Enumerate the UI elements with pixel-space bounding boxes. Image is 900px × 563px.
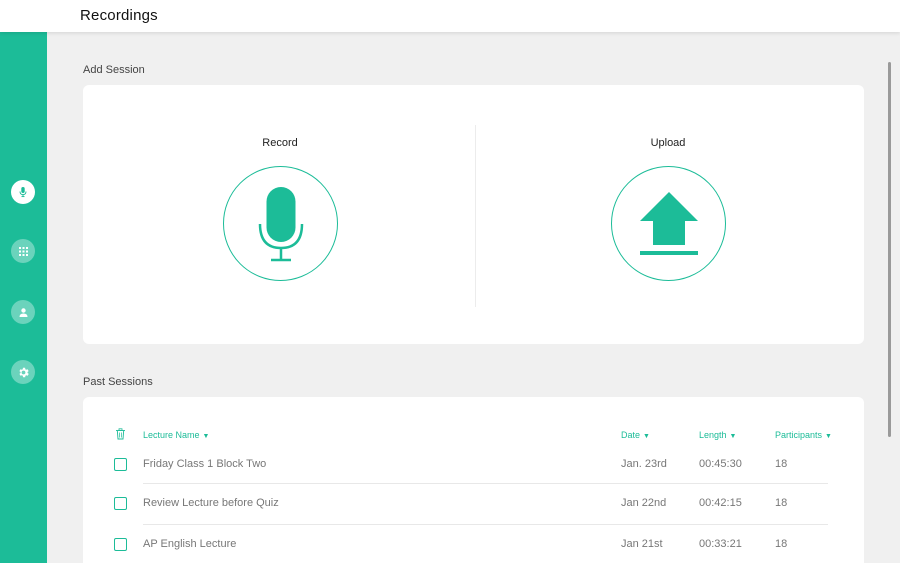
record-label: Record [262,137,298,149]
sidebar-item-settings[interactable] [11,360,35,384]
row-checkbox[interactable] [114,538,127,551]
lecture-name: AP English Lecture [143,538,237,550]
column-header-length[interactable]: Length ▼ [699,430,736,440]
lecture-name: Friday Class 1 Block Two [143,458,267,470]
row-checkbox[interactable] [114,458,127,471]
session-date: Jan. 23rd [621,458,667,470]
row-divider [143,524,828,525]
caret-down-icon: ▼ [202,433,210,440]
session-length: 00:42:15 [699,497,742,509]
lecture-name: Review Lecture before Quiz [143,497,279,509]
scrollbar[interactable] [888,62,891,437]
column-header-participants[interactable]: Participants ▼ [775,430,832,440]
table-row[interactable]: Review Lecture before Quiz Jan 22nd 00:4… [83,488,864,528]
page-title: Recordings [80,7,158,24]
record-button[interactable] [223,166,338,281]
participant-count: 18 [775,538,788,550]
row-checkbox[interactable] [114,497,127,510]
top-bar: Recordings [0,0,900,32]
participant-count: 18 [775,458,788,470]
column-header-label: Lecture Name [143,430,200,440]
past-sessions-heading: Past Sessions [83,376,153,388]
main-content: Add Session Record Upload Past Sessions [47,32,900,563]
session-date: Jan 21st [621,538,663,550]
add-session-heading: Add Session [83,64,145,76]
caret-down-icon: ▼ [643,433,650,440]
upload-label: Upload [650,137,686,149]
section-divider [475,125,476,307]
trash-button[interactable] [115,427,126,445]
column-header-label: Length [699,430,727,440]
caret-down-icon: ▼ [729,433,737,440]
gear-icon [18,367,29,377]
upload-button[interactable] [611,166,726,281]
column-header-label: Date [621,430,641,440]
column-header-lecture-name[interactable]: Lecture Name ▼ [143,430,209,440]
caret-down-icon: ▼ [825,433,832,440]
sidebar [0,32,47,563]
microphone-icon [258,186,303,261]
user-icon [19,307,27,317]
table-row[interactable]: AP English Lecture Jan 21st 00:33:21 18 [83,529,864,563]
row-divider [143,483,828,484]
sidebar-item-recordings[interactable] [11,180,35,204]
grid-icon [18,246,28,256]
session-length: 00:33:21 [699,538,742,550]
add-session-card: Record Upload [83,85,864,344]
microphone-icon [19,187,27,198]
sidebar-item-profile[interactable] [11,300,35,324]
session-length: 00:45:30 [699,458,742,470]
column-header-date[interactable]: Date ▼ [621,430,650,440]
upload-icon [639,191,698,255]
trash-icon [116,428,125,440]
session-date: Jan 22nd [621,497,667,509]
sidebar-item-apps[interactable] [11,239,35,263]
past-sessions-card: Lecture Name ▼ Date ▼ Length ▼ Participants… [83,397,864,563]
participant-count: 18 [775,497,788,509]
column-header-label: Participants [775,430,823,440]
